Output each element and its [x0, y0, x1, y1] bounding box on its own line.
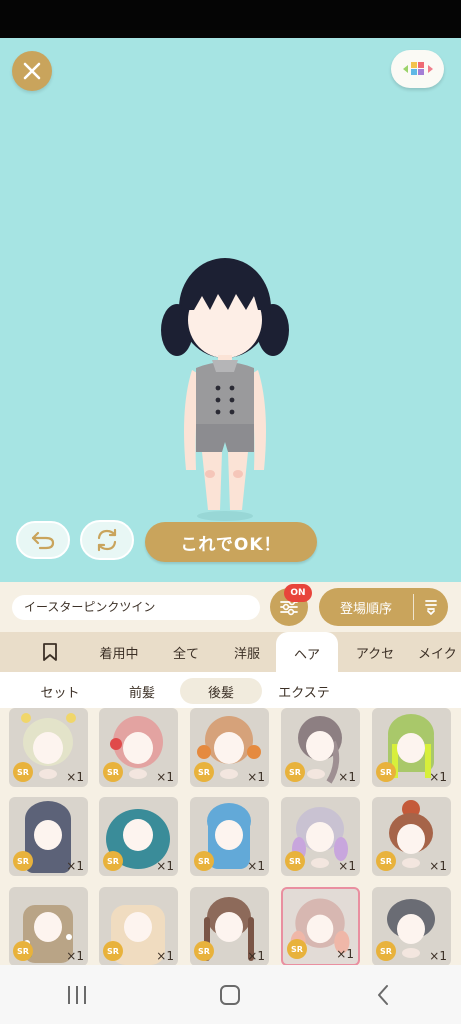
item-count: ×1	[156, 859, 174, 873]
item-count: ×1	[247, 949, 265, 963]
rarity-badge: SR	[194, 762, 214, 782]
tab-makeup[interactable]: メイク	[418, 632, 461, 672]
tab-wearing[interactable]: 着用中	[88, 632, 150, 672]
hair-subtabs: セット 前髪 後髪 エクステ	[0, 672, 461, 708]
hair-item[interactable]: SR ×1	[190, 708, 269, 787]
item-count: ×1	[66, 949, 84, 963]
subtab-extension[interactable]: エクステ	[268, 678, 340, 704]
hair-item[interactable]: SR ×1	[9, 708, 88, 787]
item-count: ×1	[247, 859, 265, 873]
close-icon	[23, 62, 41, 80]
item-count: ×1	[66, 770, 84, 784]
hair-item[interactable]: SR ×1	[281, 708, 360, 787]
back-icon[interactable]	[372, 983, 396, 1007]
tab-accessory[interactable]: アクセ	[344, 632, 406, 672]
tab-hair[interactable]: ヘア	[276, 632, 338, 672]
undo-icon	[31, 531, 55, 550]
hair-item[interactable]: SR ×1	[99, 797, 178, 876]
tab-clothes[interactable]: 洋服	[222, 632, 272, 672]
bookmark-icon	[43, 643, 57, 661]
rarity-badge: SR	[376, 851, 396, 871]
hair-item[interactable]: SR ×1	[99, 887, 178, 965]
item-toolbar: イースターピンクツイン ON 登場順序	[0, 582, 461, 632]
subtab-back-hair[interactable]: 後髪	[180, 678, 262, 704]
hair-item[interactable]: SR ×1	[99, 708, 178, 787]
sort-order-label: 登場順序	[339, 601, 392, 617]
rarity-badge: SR	[13, 941, 33, 961]
color-palette-button[interactable]	[391, 50, 444, 88]
hair-item[interactable]: SR ×1	[9, 797, 88, 876]
rotate-icon	[97, 528, 117, 552]
rarity-badge: SR	[103, 851, 123, 871]
item-count: ×1	[429, 770, 447, 784]
subtab-front-hair[interactable]: 前髪	[108, 678, 176, 704]
item-count: ×1	[429, 859, 447, 873]
rarity-badge: SR	[376, 762, 396, 782]
close-button[interactable]	[12, 51, 52, 91]
rarity-badge: SR	[285, 762, 305, 782]
rarity-badge: SR	[376, 941, 396, 961]
tab-all[interactable]: 全て	[160, 632, 212, 672]
rarity-badge: SR	[194, 941, 214, 961]
rarity-badge: SR	[103, 762, 123, 782]
hair-item[interactable]: SR ×1	[190, 797, 269, 876]
item-count: ×1	[156, 770, 174, 784]
recent-apps-icon[interactable]	[65, 984, 89, 1006]
item-count: ×1	[247, 770, 265, 784]
hair-item[interactable]: SR ×1	[190, 887, 269, 965]
hair-item-selected[interactable]: SR ×1	[281, 887, 360, 965]
rarity-badge: SR	[287, 939, 307, 959]
rotate-button[interactable]	[80, 520, 134, 560]
item-count: ×1	[338, 770, 356, 784]
undo-button[interactable]	[16, 521, 70, 559]
color-palette-icon	[402, 62, 433, 75]
system-nav-bar	[0, 965, 461, 1024]
hair-item[interactable]: SR ×1	[372, 887, 451, 965]
sort-direction-icon[interactable]	[414, 598, 448, 616]
avatar-character	[161, 258, 289, 521]
hair-item[interactable]: SR ×1	[9, 887, 88, 965]
rarity-badge: SR	[13, 851, 33, 871]
item-count: ×1	[66, 859, 84, 873]
item-count: ×1	[338, 859, 356, 873]
rarity-badge: SR	[194, 851, 214, 871]
item-count: ×1	[336, 947, 354, 961]
item-name-display: イースターピンクツイン	[12, 595, 260, 620]
hair-item[interactable]: SR ×1	[281, 797, 360, 876]
hair-item-grid: SR ×1 SR ×1 SR ×1 SR ×1 SR ×1 SR ×1 SR ×…	[0, 708, 461, 965]
status-bar	[0, 0, 461, 38]
rarity-badge: SR	[103, 941, 123, 961]
avatar-stage: これでOK！	[0, 38, 461, 582]
item-count: ×1	[156, 949, 174, 963]
hair-item[interactable]: SR ×1	[372, 708, 451, 787]
confirm-ok-button[interactable]: これでOK！	[145, 522, 317, 562]
category-tabs: 着用中 全て 洋服 ヘア アクセ メイク	[0, 632, 461, 672]
filter-on-badge: ON	[284, 584, 312, 602]
item-count: ×1	[429, 949, 447, 963]
rarity-badge: SR	[13, 762, 33, 782]
sort-order-button[interactable]: 登場順序	[319, 588, 448, 626]
home-icon[interactable]	[218, 983, 242, 1007]
tab-bookmark[interactable]	[30, 632, 70, 672]
hair-item[interactable]: SR ×1	[372, 797, 451, 876]
subtab-set[interactable]: セット	[22, 678, 98, 704]
rarity-badge: SR	[285, 851, 305, 871]
